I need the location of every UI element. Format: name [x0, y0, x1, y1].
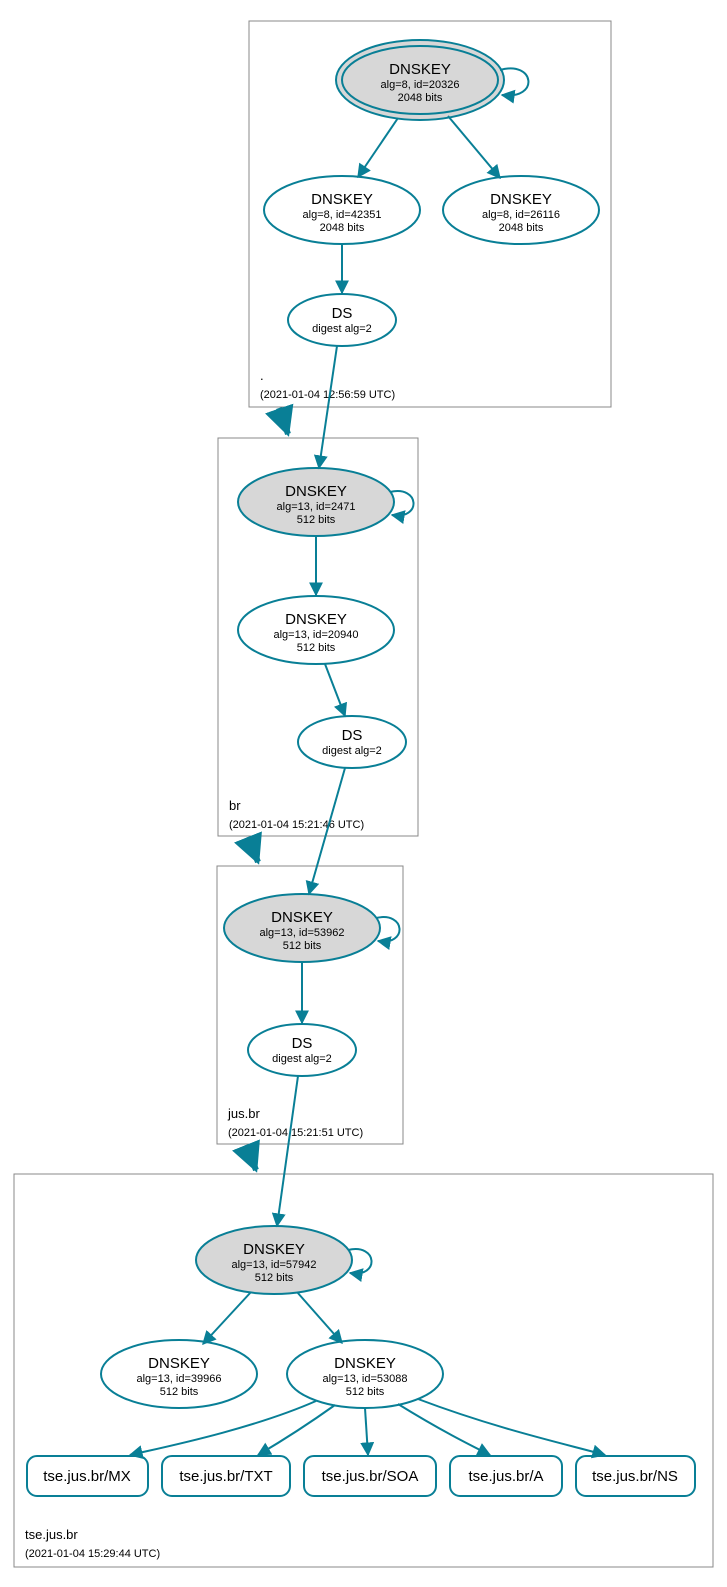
zone-root-label: .: [260, 368, 264, 383]
node-root-ds: DS digest alg=2: [288, 294, 396, 346]
edge-zone-br-jus: [248, 837, 258, 862]
edge-zsk2-a: [398, 1404, 490, 1455]
node-root-zsk1: DNSKEY alg=8, id=42351 2048 bits: [264, 176, 420, 244]
svg-text:alg=8, id=20326: alg=8, id=20326: [381, 79, 460, 91]
svg-text:DS: DS: [332, 305, 353, 322]
svg-text:DNSKEY: DNSKEY: [334, 1355, 396, 1372]
node-jus-ds: DS digest alg=2: [248, 1024, 356, 1076]
svg-text:DNSKEY: DNSKEY: [148, 1355, 210, 1372]
svg-text:DNSKEY: DNSKEY: [243, 1241, 305, 1258]
zone-tse-label: tse.jus.br: [25, 1527, 78, 1542]
node-br-zsk: DNSKEY alg=13, id=20940 512 bits: [238, 596, 394, 664]
edge-brds-jusksk: [309, 768, 345, 894]
svg-text:512 bits: 512 bits: [160, 1386, 199, 1398]
node-tse-ksk: DNSKEY alg=13, id=57942 512 bits: [196, 1226, 352, 1294]
edge-jusds-tseksk: [277, 1076, 298, 1226]
zone-jusbr-ts: (2021-01-04 15:21:51 UTC): [228, 1127, 363, 1139]
edge-zsk2-mx: [130, 1401, 316, 1455]
node-root-ksk: DNSKEY alg=8, id=20326 2048 bits: [336, 40, 504, 120]
zone-root: . (2021-01-04 12:56:59 UTC) DNSKEY alg=8…: [249, 21, 611, 407]
rr-mx: tse.jus.br/MX: [27, 1456, 148, 1496]
zone-br-ts: (2021-01-04 15:21:46 UTC): [229, 819, 364, 831]
svg-text:alg=13, id=39966: alg=13, id=39966: [136, 1373, 221, 1385]
edge-rootksk-zsk2: [448, 116, 500, 178]
svg-text:512 bits: 512 bits: [297, 642, 336, 654]
edge-zone-root-br: [279, 408, 288, 434]
edge-brzsk-brds: [325, 664, 345, 716]
node-jus-ksk: DNSKEY alg=13, id=53962 512 bits: [224, 894, 380, 962]
svg-text:tse.jus.br/MX: tse.jus.br/MX: [43, 1468, 131, 1485]
zone-tse: tse.jus.br (2021-01-04 15:29:44 UTC) DNS…: [14, 1076, 713, 1567]
edge-zone-jus-tse: [246, 1145, 256, 1170]
svg-text:tse.jus.br/A: tse.jus.br/A: [468, 1468, 543, 1485]
edge-rootksk-zsk1: [358, 118, 398, 177]
svg-text:alg=13, id=20940: alg=13, id=20940: [273, 629, 358, 641]
rr-txt: tse.jus.br/TXT: [162, 1456, 290, 1496]
edge-zsk2-txt: [258, 1405, 335, 1455]
node-tse-zsk1: DNSKEY alg=13, id=39966 512 bits: [101, 1340, 257, 1408]
svg-text:digest alg=2: digest alg=2: [322, 745, 382, 757]
zone-tse-ts: (2021-01-04 15:29:44 UTC): [25, 1548, 160, 1560]
rr-ns: tse.jus.br/NS: [576, 1456, 695, 1496]
zone-jusbr-label: jus.br: [227, 1106, 260, 1121]
node-tse-zsk2: DNSKEY alg=13, id=53088 512 bits: [287, 1340, 443, 1408]
svg-text:2048 bits: 2048 bits: [320, 222, 365, 234]
node-root-zsk2: DNSKEY alg=8, id=26116 2048 bits: [443, 176, 599, 244]
node-br-ds: DS digest alg=2: [298, 716, 406, 768]
svg-text:2048 bits: 2048 bits: [499, 222, 544, 234]
dnssec-diagram: . (2021-01-04 12:56:59 UTC) DNSKEY alg=8…: [0, 0, 727, 1587]
svg-text:2048 bits: 2048 bits: [398, 92, 443, 104]
rr-soa: tse.jus.br/SOA: [304, 1456, 436, 1496]
svg-text:DS: DS: [292, 1035, 313, 1052]
svg-text:alg=13, id=57942: alg=13, id=57942: [231, 1259, 316, 1271]
edge-tseksk-zsk1: [203, 1292, 251, 1344]
svg-text:tse.jus.br/SOA: tse.jus.br/SOA: [322, 1468, 419, 1485]
svg-text:alg=13, id=53088: alg=13, id=53088: [322, 1373, 407, 1385]
edge-zsk2-soa: [365, 1408, 368, 1455]
zone-br: br (2021-01-04 15:21:46 UTC) DNSKEY alg=…: [218, 346, 418, 836]
svg-text:tse.jus.br/NS: tse.jus.br/NS: [592, 1468, 678, 1485]
zone-root-ts: (2021-01-04 12:56:59 UTC): [260, 389, 395, 401]
svg-text:DS: DS: [342, 727, 363, 744]
svg-text:digest alg=2: digest alg=2: [272, 1053, 332, 1065]
edge-zsk2-ns: [418, 1399, 605, 1455]
rr-a: tse.jus.br/A: [450, 1456, 562, 1496]
svg-text:512 bits: 512 bits: [255, 1272, 294, 1284]
svg-text:tse.jus.br/TXT: tse.jus.br/TXT: [179, 1468, 272, 1485]
svg-text:digest alg=2: digest alg=2: [312, 323, 372, 335]
svg-text:DNSKEY: DNSKEY: [285, 483, 347, 500]
svg-text:DNSKEY: DNSKEY: [490, 191, 552, 208]
svg-text:512 bits: 512 bits: [297, 514, 336, 526]
svg-text:DNSKEY: DNSKEY: [389, 61, 451, 78]
edge-tseksk-zsk2: [297, 1292, 342, 1343]
svg-text:512 bits: 512 bits: [346, 1386, 385, 1398]
node-br-ksk: DNSKEY alg=13, id=2471 512 bits: [238, 468, 394, 536]
zone-br-label: br: [229, 798, 241, 813]
svg-text:512 bits: 512 bits: [283, 940, 322, 952]
svg-text:DNSKEY: DNSKEY: [271, 909, 333, 926]
svg-text:alg=13, id=2471: alg=13, id=2471: [277, 501, 356, 513]
svg-text:alg=8, id=26116: alg=8, id=26116: [482, 209, 560, 221]
svg-text:alg=13, id=53962: alg=13, id=53962: [259, 927, 344, 939]
svg-text:alg=8, id=42351: alg=8, id=42351: [303, 209, 382, 221]
svg-text:DNSKEY: DNSKEY: [311, 191, 373, 208]
svg-text:DNSKEY: DNSKEY: [285, 611, 347, 628]
